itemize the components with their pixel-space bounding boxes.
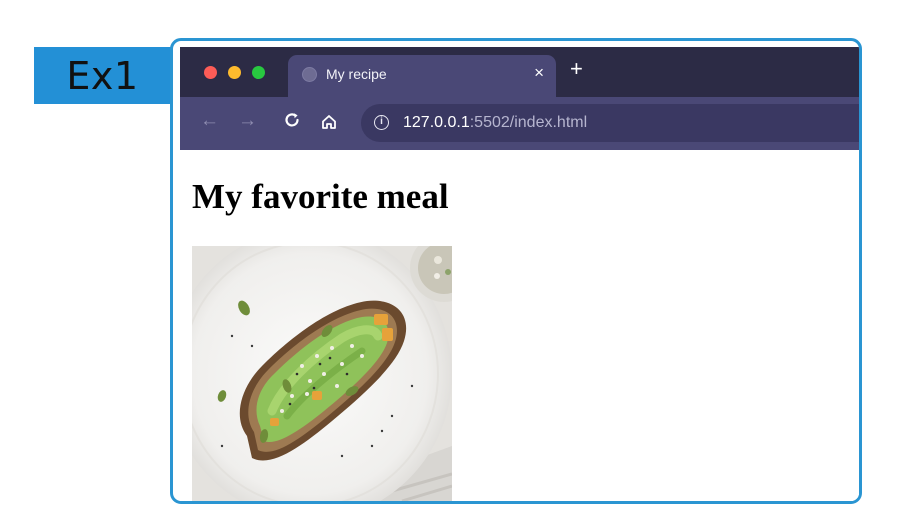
home-button[interactable] — [321, 114, 337, 130]
close-tab-button[interactable]: × — [534, 63, 544, 83]
globe-icon — [302, 67, 317, 82]
url-text[interactable]: 127.0.0.1:5502/index.html — [403, 114, 587, 132]
back-button[interactable]: ← — [200, 111, 219, 131]
close-window-button[interactable] — [204, 66, 217, 79]
avocado-toast-photo — [192, 246, 452, 501]
minimize-window-button[interactable] — [228, 66, 241, 79]
forward-button[interactable]: → — [238, 111, 257, 131]
reload-icon — [285, 113, 299, 127]
browser-screenshot-frame: My recipe × + ← → i 127.0.0.1:5502/index… — [170, 38, 862, 504]
home-icon — [322, 115, 336, 129]
tab-my-recipe[interactable]: My recipe × — [288, 55, 556, 97]
tab-title: My recipe — [326, 66, 387, 82]
url-host: 127.0.0.1 — [403, 114, 470, 131]
zoom-window-button[interactable] — [252, 66, 265, 79]
url-path: :5502/index.html — [469, 114, 588, 131]
navigation-toolbar: ← → i 127.0.0.1:5502/index.html — [180, 97, 859, 150]
new-tab-button[interactable]: + — [570, 58, 583, 80]
page-heading: My favorite meal — [192, 177, 449, 216]
example-label: Ex1 — [34, 47, 171, 104]
avocado-toast-image — [192, 246, 452, 501]
browser-window: My recipe × + ← → i 127.0.0.1:5502/index… — [180, 47, 859, 501]
reload-button[interactable] — [283, 111, 301, 129]
tab-strip: My recipe × + — [180, 47, 859, 97]
page-content: My favorite meal — [180, 150, 859, 501]
site-info-icon[interactable]: i — [374, 115, 389, 130]
address-bar[interactable]: i 127.0.0.1:5502/index.html — [361, 104, 859, 142]
